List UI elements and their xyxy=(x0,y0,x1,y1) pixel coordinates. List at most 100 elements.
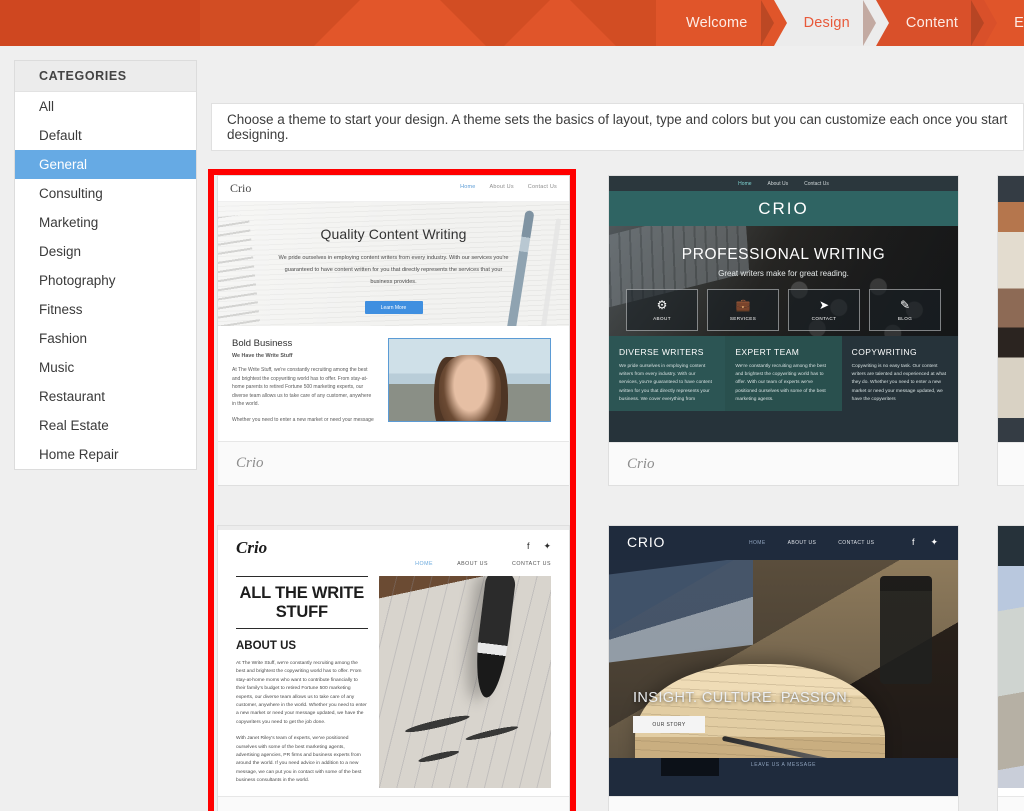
sidebar-title: CATEGORIES xyxy=(15,61,196,92)
twitter-icon: ✦ xyxy=(543,541,551,551)
mock-section-title: ABOUT US xyxy=(236,640,297,652)
mock-nav-contact: CONTACT US xyxy=(512,561,551,567)
mock-social: f ✦ xyxy=(912,537,938,548)
mock-cta-button: OUR STORY xyxy=(633,716,705,733)
theme-mock-1: Crio Home About Us Contact Us Quality Co… xyxy=(218,176,569,326)
theme-caption-6 xyxy=(998,796,1024,811)
sidebar-item-music[interactable]: Music xyxy=(15,353,196,382)
page-body: CATEGORIES All Default General Consultin… xyxy=(0,46,1024,811)
theme-card-3[interactable]: Crio f ✦ HOME ABOUT US CONTACT US ALL TH… xyxy=(217,525,570,811)
mock-column-expert-team: EXPERT TEAM We're constantly recruiting … xyxy=(725,336,842,411)
mock-section-sub: We Have the Write Stuff xyxy=(232,353,293,359)
mock-headline: Quality Content Writing xyxy=(320,226,467,242)
mock-logo: Crio xyxy=(236,538,268,557)
mock-nav-home: HOME xyxy=(415,561,434,567)
mock-column-title: COPYWRITING xyxy=(851,347,917,357)
theme-caption-4: Crio xyxy=(609,796,958,811)
instruction-text: Choose a theme to start your design. A t… xyxy=(227,112,1008,142)
sidebar-item-general[interactable]: General xyxy=(15,150,196,179)
mock-nav-links: HOME ABOUT US CONTACT US xyxy=(749,540,874,546)
mock-nav-about: ABOUT US xyxy=(787,540,817,546)
theme-grid: Crio Home About Us Contact Us Quality Co… xyxy=(208,169,1024,811)
mock-tile-label: CONTACT xyxy=(811,316,837,321)
sidebar-item-restaurant[interactable]: Restaurant xyxy=(15,382,196,411)
mock-nav xyxy=(998,526,1024,566)
mock-nav-links: Home About Us Contact Us xyxy=(460,184,557,190)
mock-tile-label: BLOG xyxy=(897,316,913,321)
theme-mock-2: Home About Us Contact Us CRIO PROFESSION… xyxy=(609,176,958,442)
theme-preview-4: CRIO HOME ABOUT US CONTACT US f ✦ INSIGH… xyxy=(609,526,958,796)
mock-column-copywriting: COPYWRITING Copywriting is no easy task.… xyxy=(841,336,958,411)
theme-caption-5 xyxy=(998,442,1024,485)
mock-columns: DIVERSE WRITERS We pride ourselves in em… xyxy=(609,336,958,411)
mock-logo: CRIO xyxy=(627,534,666,550)
laptop-decor xyxy=(609,560,753,664)
mock-hero: INSIGHT. CULTURE. PASSION. OUR STORY xyxy=(609,560,958,758)
paper-plane-icon: ➤ xyxy=(818,298,830,312)
mock-footer xyxy=(998,418,1024,442)
mock-nav-about: ABOUT US xyxy=(457,561,489,567)
theme-preview-3: Crio f ✦ HOME ABOUT US CONTACT US ALL TH… xyxy=(218,526,569,796)
mock-nav-contact: Contact Us xyxy=(527,184,557,190)
sidebar-item-consulting[interactable]: Consulting xyxy=(15,179,196,208)
categories-sidebar: CATEGORIES All Default General Consultin… xyxy=(14,60,197,470)
mock-logo: Crio xyxy=(230,181,252,195)
mock-tiles: ⚙ ABOUT 💼 SERVICES ➤ CONTACT ✎ BLOG xyxy=(609,289,958,331)
mock-cta-button: Learn More xyxy=(364,301,423,314)
mock-headline: PROFESSIONAL WRITING xyxy=(681,246,886,263)
mock-column-text: Copywriting is no easy task. Our content… xyxy=(851,364,947,402)
facebook-icon: f xyxy=(911,537,915,547)
theme-card-2[interactable]: Home About Us Contact Us CRIO PROFESSION… xyxy=(608,175,959,486)
theme-preview-5 xyxy=(998,176,1024,442)
sidebar-item-home-repair[interactable]: Home Repair xyxy=(15,440,196,469)
mock-tile-label: ABOUT xyxy=(653,316,671,321)
wizard-step-design[interactable]: Design xyxy=(760,0,890,46)
sidebar-item-default[interactable]: Default xyxy=(15,121,196,150)
theme-caption-2: Crio xyxy=(609,442,958,485)
mock-headline: ALL THE WRITE STUFF xyxy=(239,584,365,621)
theme-mock-5 xyxy=(998,176,1024,442)
mock-nav: Crio f ✦ HOME ABOUT US CONTACT US xyxy=(218,530,569,576)
mock-nav-contact: CONTACT US xyxy=(838,540,875,546)
footer-block-decor xyxy=(661,758,719,776)
wizard-step-label: Design xyxy=(803,15,850,31)
theme-card-5-partial[interactable] xyxy=(997,175,1024,486)
mock-tile-services: 💼 SERVICES xyxy=(707,289,779,331)
theme-mock-3: Crio f ✦ HOME ABOUT US CONTACT US ALL TH… xyxy=(218,526,569,796)
sidebar-item-marketing[interactable]: Marketing xyxy=(15,208,196,237)
mock-nav-home: HOME xyxy=(749,540,766,546)
sidebar-item-design[interactable]: Design xyxy=(15,237,196,266)
wizard-breadcrumb: Welcome Design Content Essentials xyxy=(656,0,1024,46)
wizard-topbar: Welcome Design Content Essentials xyxy=(0,0,1024,46)
sidebar-item-fashion[interactable]: Fashion xyxy=(15,324,196,353)
sidebar-item-real-estate[interactable]: Real Estate xyxy=(15,411,196,440)
mock-pen-photo xyxy=(378,576,551,788)
rule-bottom xyxy=(236,628,368,629)
wizard-step-welcome[interactable]: Welcome xyxy=(656,0,787,46)
sidebar-item-all[interactable]: All xyxy=(15,92,196,121)
theme-card-4[interactable]: CRIO HOME ABOUT US CONTACT US f ✦ INSIGH… xyxy=(608,525,959,811)
mock-portrait-image xyxy=(388,338,551,422)
mock-nav-contact: Contact Us xyxy=(804,180,829,187)
mock-hero: Quality Content Writing We pride ourselv… xyxy=(218,202,569,326)
mock-nav-about: About Us xyxy=(489,184,514,190)
mock-column-title: DIVERSE WRITERS xyxy=(619,347,704,357)
mock-column-title: EXPERT TEAM xyxy=(735,347,800,357)
mock-nav-about: About Us xyxy=(767,180,789,187)
mock-hero-image xyxy=(998,566,1024,788)
sidebar-item-photography[interactable]: Photography xyxy=(15,266,196,295)
briefcase-icon: 💼 xyxy=(735,298,751,312)
theme-card-6-partial[interactable] xyxy=(997,525,1024,811)
mock-nav: Crio Home About Us Contact Us xyxy=(218,176,569,202)
mock-nav-home: Home xyxy=(738,180,752,187)
wizard-step-label: Welcome xyxy=(686,15,748,31)
mock-hero: PROFESSIONAL WRITING Great writers make … xyxy=(609,226,958,336)
mock-nav xyxy=(998,176,1024,202)
mock-column-text: We pride ourselves in employing content … xyxy=(619,364,712,402)
pencil-square-icon: ✎ xyxy=(899,298,911,312)
mock-body2: With Janet Riley's team of experts, we'v… xyxy=(236,736,362,784)
mock-nav-home: Home xyxy=(460,184,476,190)
mock-tile-about: ⚙ ABOUT xyxy=(626,289,698,331)
wizard-step-content[interactable]: Content xyxy=(862,0,998,46)
sidebar-item-fitness[interactable]: Fitness xyxy=(15,295,196,324)
